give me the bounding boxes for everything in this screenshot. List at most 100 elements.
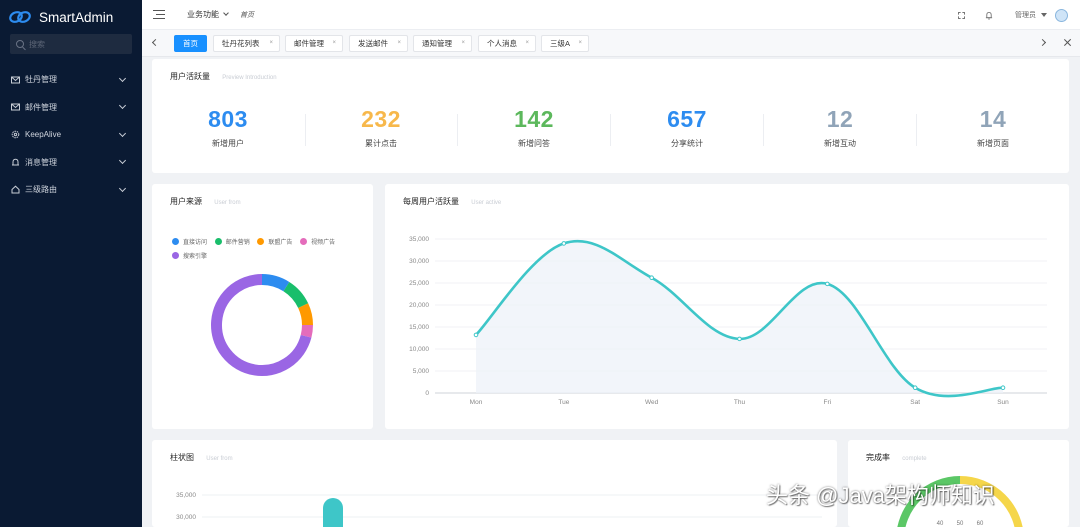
chevron-down-icon (118, 184, 127, 192)
tab-mail-manage[interactable]: 邮件管理 × (285, 35, 343, 52)
sidebar-item-mail[interactable]: 邮件管理 (0, 94, 142, 122)
data-point[interactable] (473, 332, 479, 338)
card-subtitle: Preview Introduction (222, 75, 277, 81)
sidebar-item-label: 三级路由 (25, 185, 57, 195)
close-icon[interactable]: × (461, 40, 465, 46)
stat-new-questions: 142 新增问答 (458, 106, 610, 149)
tab-label: 邮件管理 (294, 39, 324, 48)
bell-icon[interactable] (985, 11, 993, 20)
data-point[interactable] (912, 385, 918, 391)
stat-interactions: 12 新增互动 (764, 106, 916, 149)
pie-slice[interactable] (298, 303, 313, 326)
stat-value: 803 (208, 106, 248, 132)
sidebar-search[interactable]: 搜索 (10, 34, 132, 54)
tab-level-three[interactable]: 三级A × (541, 35, 589, 52)
close-icon[interactable]: × (269, 40, 273, 46)
bar-chart: 35,000 30,000 (176, 492, 822, 527)
pie-slice[interactable] (283, 281, 309, 309)
data-point[interactable] (1000, 385, 1006, 391)
tab-home[interactable]: 首页 (174, 35, 207, 52)
sidebar-item-peony[interactable]: 牡丹管理 (0, 66, 142, 94)
tab-label: 牡丹花列表 (222, 39, 260, 48)
business-menu[interactable]: 业务功能 (187, 9, 229, 20)
x-tick-label: Wed (645, 399, 659, 406)
chevron-left-icon[interactable] (151, 38, 160, 47)
data-point[interactable] (649, 275, 654, 281)
data-point[interactable] (825, 281, 830, 287)
watermark: 头条 @Java架构师知识 (766, 483, 995, 508)
tab-personal-message[interactable]: 个人消息 × (478, 35, 536, 52)
y-tick-label: 15,000 (409, 324, 429, 331)
stat-value: 657 (667, 106, 707, 132)
close-icon[interactable]: × (397, 40, 401, 46)
stat-value: 232 (361, 106, 401, 132)
x-tick-label: Sun (997, 399, 1009, 406)
x-tick-label: Fri (824, 399, 832, 406)
logo-icon (9, 11, 31, 23)
avatar[interactable] (1055, 8, 1068, 22)
user-name[interactable]: 管理员 (1015, 10, 1036, 20)
mail-icon (11, 103, 20, 112)
sidebar-item-messages[interactable]: 消息管理 (0, 149, 142, 177)
y-tick-label: 35,000 (409, 236, 429, 243)
tab-label: 首页 (183, 39, 198, 48)
close-icon[interactable]: × (332, 40, 336, 46)
tab-label: 通知管理 (422, 39, 452, 48)
stat-new-pages: 14 新增页面 (917, 106, 1069, 149)
close-icon[interactable] (1063, 38, 1072, 47)
brand[interactable]: SmartAdmin (0, 0, 142, 34)
sidebar-item-keepalive[interactable]: KeepAlive (0, 121, 142, 149)
chevron-down-icon (223, 10, 229, 16)
weekly-active-card: 每周用户活跃量 User active 0 5,000 10,000 15,000 20… (385, 184, 1069, 429)
y-tick-label: 0 (425, 390, 429, 397)
close-icon[interactable]: × (525, 40, 529, 46)
search-icon (16, 40, 24, 48)
stat-label: 累计点击 (365, 139, 397, 148)
pie-slice[interactable] (261, 274, 290, 292)
bar-chart-card: 柱状图 User from 35,000 30,000 (152, 440, 837, 527)
chevron-right-icon[interactable] (1038, 38, 1047, 47)
tab-notice[interactable]: 通知管理 × (413, 35, 472, 52)
stat-label: 新增问答 (518, 139, 550, 148)
y-tick-label: 25,000 (409, 280, 429, 287)
chevron-down-icon (118, 102, 127, 110)
activity-card: 用户活跃量 Preview Introduction 803 新增用户 232 … (152, 59, 1069, 173)
pie-slice[interactable] (300, 324, 313, 338)
tabs-bar: 首页 牡丹花列表 × 邮件管理 × 发送邮件 × 通知管理 × 个人消息 × 三级A × (142, 30, 1080, 57)
caret-down-icon[interactable] (1041, 13, 1047, 17)
search-placeholder: 搜索 (29, 39, 45, 49)
gauge-label: 50 (957, 521, 964, 527)
x-tick-label: Thu (734, 399, 746, 406)
sidebar-item-label: 牡丹管理 (25, 75, 57, 85)
stat-label: 新增用户 (212, 139, 244, 148)
sidebar: SmartAdmin 搜索 牡丹管理 邮件管理 KeepAlive 消息管理 三… (0, 0, 142, 527)
close-icon[interactable]: × (578, 40, 582, 46)
tab-label: 个人消息 (487, 39, 517, 48)
business-menu-label: 业务功能 (187, 10, 219, 19)
y-tick-label: 20,000 (409, 302, 429, 309)
stat-new-users: 803 新增用户 (152, 106, 304, 149)
tab-peony-list[interactable]: 牡丹花列表 × (213, 35, 280, 52)
chevron-down-icon (118, 157, 127, 165)
tab-send-mail[interactable]: 发送邮件 × (349, 35, 408, 52)
app-name: SmartAdmin (39, 9, 114, 25)
gauge-label: 40 (937, 521, 944, 527)
breadcrumb[interactable]: 首页 (240, 10, 254, 20)
menu-toggle-icon[interactable] (153, 9, 165, 20)
data-point[interactable] (737, 336, 742, 342)
donut-chart (211, 274, 313, 376)
fullscreen-icon[interactable] (958, 11, 965, 19)
sidebar-item-label: 消息管理 (25, 157, 57, 167)
chevron-down-icon (118, 129, 127, 137)
home-icon (11, 185, 20, 194)
sidebar-item-label: KeepAlive (25, 130, 62, 140)
x-tick-label: Sat (910, 399, 920, 406)
chevron-down-icon (118, 74, 127, 82)
sidebar-item-routes[interactable]: 三级路由 (0, 176, 142, 204)
mail-icon (11, 75, 20, 84)
top-header: 业务功能 首页 管理员 (142, 0, 1080, 30)
area-fill (476, 241, 1003, 397)
card-title-text: 用户活跃量 (170, 72, 210, 81)
data-point[interactable] (561, 241, 567, 246)
user-source-card: 用户来源 User from 直接访问 邮件营销 联盟广告 视频广告 搜索引擎 (152, 184, 373, 429)
